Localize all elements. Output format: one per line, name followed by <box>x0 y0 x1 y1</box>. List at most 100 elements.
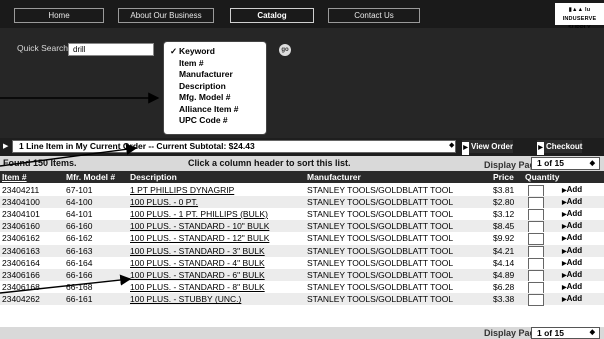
table-row: 23404100 64-100 100 PLUS. - 0 PT. STANLEY T… <box>0 195 604 209</box>
model-number-cell: 66-162 <box>66 233 93 244</box>
quantity-input[interactable] <box>528 282 544 295</box>
model-number-cell: 66-163 <box>66 245 93 256</box>
column-header-description[interactable]: Description <box>130 172 177 182</box>
add-button[interactable]: ▶Add <box>562 232 582 245</box>
company-logo: ▮▲▲ lu INDUSERVE SUPPLY <box>555 3 604 31</box>
table-row: 23404262 66-161 100 PLUS. - STUBBY (UNC.) S… <box>0 293 604 307</box>
quantity-input[interactable] <box>528 221 544 234</box>
column-header-price[interactable]: Price <box>493 172 514 182</box>
manufacturer-cell: STANLEY TOOLS/GOLDBLATT TOOL <box>307 221 454 232</box>
item-number-cell: 23404101 <box>2 208 40 219</box>
quantity-input[interactable] <box>528 208 544 221</box>
description-link[interactable]: 100 PLUS. - 0 PT. <box>130 196 198 208</box>
quantity-input[interactable] <box>528 257 544 270</box>
order-summary-select[interactable]: 1 Line Item in My Current Order -- Curre… <box>12 140 456 153</box>
description-link[interactable]: 100 PLUS. - STANDARD - 3" BULK <box>130 245 265 257</box>
model-number-cell: 66-168 <box>66 282 93 293</box>
nav-about[interactable]: About Our Business <box>118 8 214 23</box>
play-icon: ▶ <box>3 143 9 150</box>
display-page-select-bottom[interactable]: 1 of 15 ◆ <box>531 327 600 339</box>
item-number-cell: 23404211 <box>2 184 40 195</box>
model-number-cell: 66-166 <box>66 269 93 280</box>
table-row: 23406166 66-166 100 PLUS. - STANDARD - 6" … <box>0 268 604 282</box>
search-type-dropdown[interactable]: ✓ Keyword Item # Manufacturer Description… <box>163 41 267 135</box>
model-number-cell: 67-101 <box>66 184 93 195</box>
price-cell: $4.89 <box>493 269 515 280</box>
results-count: Found 150 Items. <box>3 158 77 168</box>
manufacturer-cell: STANLEY TOOLS/GOLDBLATT TOOL <box>307 196 454 207</box>
description-link[interactable]: 1 PT PHILLIPS DYNAGRIP <box>130 184 234 196</box>
manufacturer-cell: STANLEY TOOLS/GOLDBLATT TOOL <box>307 184 454 195</box>
description-link[interactable]: 100 PLUS. - STANDARD - 4" BULK <box>130 257 265 269</box>
quick-search-label: Quick Search: <box>17 43 71 53</box>
add-button[interactable]: ▶Add <box>562 208 582 221</box>
table-row: 23406164 66-164 100 PLUS. - STANDARD - 4" … <box>0 256 604 270</box>
add-button[interactable]: ▶Add <box>562 293 582 306</box>
column-header-item[interactable]: Item # <box>2 172 27 182</box>
column-header-manufacturer[interactable]: Manufacturer <box>307 172 361 182</box>
select-stepper-icon: ◆ <box>589 329 595 336</box>
model-number-cell: 66-160 <box>66 221 93 232</box>
search-option-mfg-model[interactable]: Mfg. Model # <box>170 92 266 104</box>
display-page-select[interactable]: 1 of 15 ◆ <box>531 157 600 170</box>
select-stepper-icon: ◆ <box>449 142 455 149</box>
quick-search-input[interactable]: drill <box>68 43 154 56</box>
search-option-item[interactable]: Item # <box>170 58 266 70</box>
column-header-quantity[interactable]: Quantity <box>525 172 559 182</box>
quantity-input[interactable] <box>528 245 544 258</box>
model-number-cell: 64-100 <box>66 196 93 207</box>
nav-contact[interactable]: Contact Us <box>328 8 420 23</box>
add-button[interactable]: ▶Add <box>562 281 582 294</box>
price-cell: $9.92 <box>493 233 515 244</box>
sort-hint: Click a column header to sort this list. <box>188 158 351 168</box>
manufacturer-cell: STANLEY TOOLS/GOLDBLATT TOOL <box>307 245 454 256</box>
add-button[interactable]: ▶Add <box>562 245 582 258</box>
add-button[interactable]: ▶Add <box>562 196 582 209</box>
search-option-upc[interactable]: UPC Code # <box>170 115 266 127</box>
add-button[interactable]: ▶Add <box>562 269 582 282</box>
manufacturer-cell: STANLEY TOOLS/GOLDBLATT TOOL <box>307 257 454 268</box>
search-option-alliance-item[interactable]: Alliance Item # <box>170 104 266 116</box>
model-number-cell: 66-164 <box>66 257 93 268</box>
table-row: 23404211 67-101 1 PT PHILLIPS DYNAGRIP STAN… <box>0 183 604 197</box>
search-option-manufacturer[interactable]: Manufacturer <box>170 69 266 81</box>
select-stepper-icon: ◆ <box>589 160 595 167</box>
description-link[interactable]: 100 PLUS. - STANDARD - 10" BULK <box>130 220 269 232</box>
checkmark-icon: ✓ <box>170 46 178 56</box>
checkout-button[interactable]: ▶ Checkout <box>537 140 583 155</box>
quantity-input[interactable] <box>528 294 544 307</box>
nav-catalog[interactable]: Catalog <box>230 8 314 23</box>
quantity-input[interactable] <box>528 184 544 197</box>
add-button[interactable]: ▶Add <box>562 184 582 197</box>
item-number-cell: 23406168 <box>2 282 40 293</box>
search-option-keyword[interactable]: ✓ Keyword <box>170 46 266 58</box>
item-number-cell: 23404262 <box>2 294 40 305</box>
nav-home[interactable]: Home <box>14 8 104 23</box>
view-order-button[interactable]: ▶ View Order <box>462 140 514 155</box>
price-cell: $6.28 <box>493 282 515 293</box>
price-cell: $4.21 <box>493 245 515 256</box>
search-option-description[interactable]: Description <box>170 81 266 93</box>
description-link[interactable]: 100 PLUS. - STUBBY (UNC.) <box>130 293 241 305</box>
column-header-model[interactable]: Mfr. Model # <box>66 172 115 182</box>
quantity-input[interactable] <box>528 233 544 246</box>
play-icon: ▶ <box>462 142 469 155</box>
add-button[interactable]: ▶Add <box>562 257 582 270</box>
price-cell: $3.38 <box>493 294 515 305</box>
description-link[interactable]: 100 PLUS. - STANDARD - 6" BULK <box>130 269 265 281</box>
go-button[interactable]: go <box>279 44 291 56</box>
description-link[interactable]: 100 PLUS. - STANDARD - 8" BULK <box>130 281 265 293</box>
model-number-cell: 66-161 <box>66 294 93 305</box>
table-row: 23406168 66-168 100 PLUS. - STANDARD - 8" … <box>0 281 604 295</box>
add-button[interactable]: ▶Add <box>562 220 582 233</box>
price-cell: $8.45 <box>493 221 515 232</box>
manufacturer-cell: STANLEY TOOLS/GOLDBLATT TOOL <box>307 233 454 244</box>
manufacturer-cell: STANLEY TOOLS/GOLDBLATT TOOL <box>307 269 454 280</box>
description-link[interactable]: 100 PLUS. - STANDARD - 12" BULK <box>130 232 269 244</box>
price-cell: $3.12 <box>493 208 515 219</box>
quantity-input[interactable] <box>528 196 544 209</box>
quantity-input[interactable] <box>528 269 544 282</box>
table-row: 23406160 66-160 100 PLUS. - STANDARD - 10"… <box>0 220 604 234</box>
item-number-cell: 23406162 <box>2 233 40 244</box>
description-link[interactable]: 100 PLUS. - 1 PT. PHILLIPS (BULK) <box>130 208 268 220</box>
